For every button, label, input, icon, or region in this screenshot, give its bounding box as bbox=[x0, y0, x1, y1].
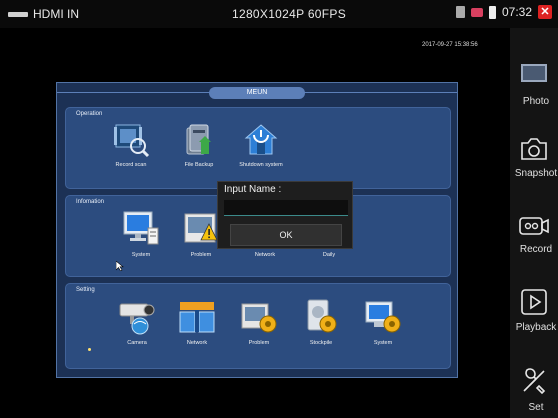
operation-section: Operation Record scan File Backup Shutdo… bbox=[65, 107, 451, 189]
video-timestamp: 2017-09-27 15:38:56 bbox=[422, 42, 478, 48]
mouse-cursor-icon bbox=[116, 261, 124, 271]
file-backup-tile[interactable]: File Backup bbox=[164, 122, 234, 168]
photo-thumbnail-icon bbox=[521, 64, 547, 82]
problem-setting-label: Problem bbox=[248, 340, 270, 346]
problem-setting-icon bbox=[241, 303, 277, 333]
network-setting-icon bbox=[179, 302, 215, 333]
daily-info-label: Daily bbox=[322, 252, 336, 258]
section-label-operation: Operation bbox=[76, 111, 103, 117]
camera-icon bbox=[521, 138, 547, 160]
shutdown-system-label: Shutdown system bbox=[239, 162, 283, 168]
stockpile-setting-label: Stockpile bbox=[309, 340, 333, 346]
usb-icon bbox=[470, 7, 483, 17]
photo-button[interactable]: Photo bbox=[510, 64, 558, 107]
photo-label: Photo bbox=[522, 96, 550, 107]
section-label-setting: Setting bbox=[76, 287, 95, 293]
video-record-icon bbox=[519, 217, 549, 235]
network-info-label: Network bbox=[254, 252, 276, 258]
indicator-dot bbox=[88, 348, 91, 351]
input-name-dialog: Input Name : OK bbox=[217, 181, 353, 249]
system-setting-icon bbox=[365, 301, 401, 333]
problem-info-label: Problem bbox=[190, 252, 212, 258]
network-setting-label: Network bbox=[186, 340, 208, 346]
side-panel: Photo Snapshot Record Playback Set bbox=[510, 28, 558, 418]
hdmi-input-indicator: HDMI IN bbox=[8, 7, 79, 21]
stockpile-setting-icon bbox=[307, 299, 337, 333]
shutdown-system-tile[interactable]: Shutdown system bbox=[226, 122, 296, 168]
setting-section: Setting Camera Network Problem Stockpile… bbox=[65, 283, 451, 369]
section-label-infomation: Infomation bbox=[76, 199, 105, 205]
battery-icon bbox=[488, 5, 496, 19]
problem-setting-tile[interactable]: Problem bbox=[224, 298, 294, 346]
sd-card-icon bbox=[455, 6, 465, 18]
network-setting-tile[interactable]: Network bbox=[162, 298, 232, 346]
snapshot-button[interactable]: Snapshot bbox=[510, 136, 558, 179]
set-label: Set bbox=[528, 402, 544, 413]
hdmi-icon bbox=[8, 11, 28, 17]
record-scan-tile[interactable]: Record scan bbox=[96, 122, 166, 168]
system-info-icon bbox=[123, 211, 159, 245]
input-source-label: HDMI IN bbox=[33, 7, 79, 21]
dialog-title: Input Name : bbox=[224, 184, 282, 195]
file-backup-icon bbox=[186, 124, 211, 155]
name-input-field[interactable] bbox=[224, 200, 348, 216]
menu-title: MEUN bbox=[209, 87, 305, 99]
close-icon[interactable]: ✕ bbox=[538, 5, 552, 19]
playback-label: Playback bbox=[515, 322, 557, 333]
set-button[interactable]: Set bbox=[510, 366, 558, 413]
snapshot-label: Snapshot bbox=[514, 168, 558, 179]
status-bar: HDMI IN 1280X1024P 60FPS 07:32 ✕ bbox=[0, 0, 558, 28]
problem-info-icon bbox=[184, 213, 218, 243]
clock-time: 07:32 bbox=[501, 5, 532, 19]
file-backup-label: File Backup bbox=[184, 162, 214, 168]
ok-button[interactable]: OK bbox=[230, 224, 342, 246]
play-icon bbox=[521, 289, 547, 315]
record-label: Record bbox=[519, 244, 553, 255]
resolution-label: 1280X1024P 60FPS bbox=[232, 7, 347, 21]
tools-icon bbox=[523, 368, 546, 395]
stockpile-setting-tile[interactable]: Stockpile bbox=[286, 298, 356, 346]
camera-setting-icon bbox=[119, 303, 155, 335]
record-scan-label: Record scan bbox=[115, 162, 147, 168]
system-setting-tile[interactable]: System bbox=[348, 298, 418, 346]
system-setting-label: System bbox=[373, 340, 393, 346]
record-scan-icon bbox=[114, 124, 150, 158]
playback-button[interactable]: Playback bbox=[510, 288, 558, 333]
shutdown-system-icon bbox=[244, 124, 278, 155]
record-button[interactable]: Record bbox=[510, 214, 558, 255]
